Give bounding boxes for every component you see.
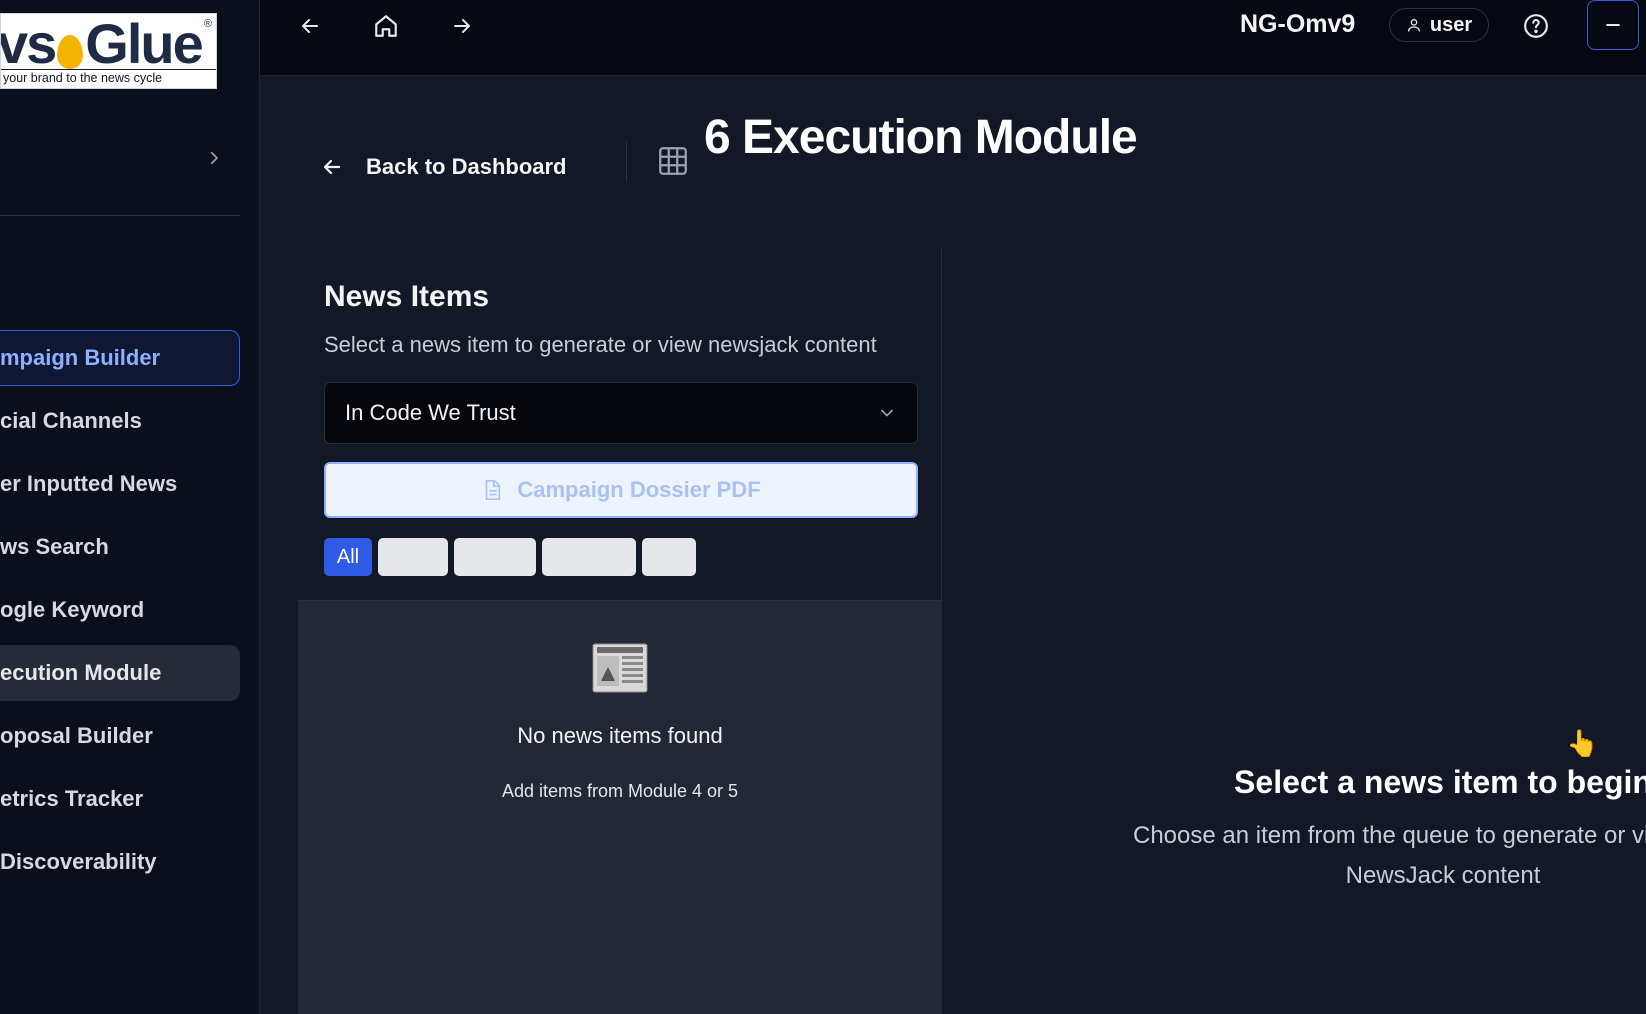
brand-logo[interactable]: vs Glue ® your brand to the news cycle bbox=[0, 13, 217, 89]
campaign-select-value: In Code We Trust bbox=[345, 400, 516, 425]
filter-chip[interactable] bbox=[542, 538, 636, 576]
arrow-left-icon bbox=[323, 159, 341, 175]
chevron-down-icon bbox=[881, 409, 893, 417]
sidebar-item-user-inputted-news[interactable]: er Inputted News bbox=[0, 456, 240, 512]
sidebar-expand-button[interactable] bbox=[200, 144, 228, 172]
select-item-subtitle-line2: NewsJack content bbox=[1345, 862, 1541, 889]
filter-all[interactable]: All bbox=[324, 538, 372, 576]
top-bar: NG-Omv9 user bbox=[260, 0, 1646, 76]
minus-icon bbox=[1606, 23, 1620, 27]
sidebar-item-social-channels[interactable]: cial Channels bbox=[0, 393, 240, 449]
drop-icon bbox=[57, 35, 84, 69]
sidebar-item-campaign-builder[interactable]: mpaign Builder bbox=[0, 330, 240, 386]
sidebar-item-proposal-builder[interactable]: oposal Builder bbox=[0, 708, 240, 764]
sidebar-item-discoverability[interactable]: Discoverability bbox=[0, 834, 240, 890]
select-item-subtitle-line1: Choose an item from the queue to generat… bbox=[1133, 822, 1646, 849]
select-item-subtitle: Choose an item from the queue to generat… bbox=[943, 816, 1646, 896]
pointing-hand-icon: 👆 bbox=[1566, 728, 1599, 758]
workspace-id: NG-Omv9 bbox=[1240, 10, 1356, 38]
back-to-dashboard-link[interactable]: Back to Dashboard bbox=[320, 144, 567, 190]
sidebar-item-label: Discoverability bbox=[0, 849, 157, 874]
main-content: Back to Dashboard 6 Execution Module New… bbox=[260, 76, 1646, 1014]
empty-state-title: No news items found bbox=[517, 723, 723, 748]
sidebar-item-metrics-tracker[interactable]: etrics Tracker bbox=[0, 771, 240, 827]
help-icon bbox=[1524, 14, 1548, 38]
page-title: 6 Execution Module bbox=[704, 111, 1138, 164]
document-icon bbox=[486, 480, 501, 500]
sidebar-item-label: ogle Keyword bbox=[0, 597, 145, 622]
news-items-subtitle: Select a news item to generate or view n… bbox=[324, 332, 877, 357]
campaign-dossier-pdf-button[interactable]: Campaign Dossier PDF bbox=[324, 462, 918, 518]
sidebar-item-label: mpaign Builder bbox=[0, 345, 161, 370]
filter-chip[interactable] bbox=[642, 538, 696, 576]
sidebar-item-execution-module[interactable]: ecution Module bbox=[0, 645, 240, 701]
select-item-title: Select a news item to begin bbox=[1234, 764, 1646, 800]
sidebar-item-label: etrics Tracker bbox=[0, 786, 144, 811]
sidebar-item-label: oposal Builder bbox=[0, 723, 153, 748]
grid-icon bbox=[656, 144, 690, 183]
sidebar: vs Glue ® your brand to the news cycle mp… bbox=[0, 0, 260, 1014]
sidebar-item-label: er Inputted News bbox=[0, 471, 178, 496]
sidebar-item-label: ecution Module bbox=[0, 660, 162, 685]
user-label: user bbox=[1429, 13, 1473, 36]
back-nav-button[interactable] bbox=[290, 6, 330, 46]
campaign-dossier-pdf-label: Campaign Dossier PDF bbox=[517, 477, 761, 502]
empty-state-subtitle: Add items from Module 4 or 5 bbox=[501, 781, 739, 801]
user-icon bbox=[1407, 19, 1420, 32]
campaign-select[interactable]: In Code We Trust bbox=[324, 382, 918, 444]
content-preview-panel: 👆 Select a news item to begin Choose an … bbox=[943, 248, 1646, 1014]
app-root: vs Glue ® your brand to the news cycle mp… bbox=[0, 0, 1646, 1014]
arrow-left-icon bbox=[302, 19, 318, 33]
filter-chip[interactable] bbox=[454, 538, 536, 576]
sidebar-item-label: cial Channels bbox=[0, 408, 142, 433]
filter-chip[interactable] bbox=[378, 538, 448, 576]
header-divider bbox=[626, 142, 627, 182]
sidebar-item-news-search[interactable]: ws Search bbox=[0, 519, 240, 575]
logo-tagline: your brand to the news cycle bbox=[3, 71, 163, 85]
logo-wordmark: vs Glue bbox=[0, 13, 204, 76]
registered-mark: ® bbox=[203, 18, 212, 30]
user-menu-button[interactable]: user bbox=[1389, 8, 1489, 42]
news-items-panel: News Items Select a news item to generat… bbox=[298, 248, 942, 1014]
back-to-dashboard-label: Back to Dashboard bbox=[366, 154, 567, 179]
home-button[interactable] bbox=[366, 6, 406, 46]
sidebar-item-google-keyword[interactable]: ogle Keyword bbox=[0, 582, 240, 638]
minimize-button[interactable] bbox=[1587, 0, 1639, 50]
forward-nav-button[interactable] bbox=[442, 6, 482, 46]
logo-word-right: Glue bbox=[85, 13, 203, 75]
news-items-title: News Items bbox=[324, 280, 490, 313]
logo-underline bbox=[1, 69, 216, 70]
help-button[interactable] bbox=[1516, 6, 1556, 46]
arrow-right-icon bbox=[454, 19, 470, 33]
sidebar-divider bbox=[0, 215, 240, 216]
sidebar-nav: mpaign Builder cial Channels er Inputted… bbox=[0, 330, 240, 897]
newspaper-icon bbox=[592, 643, 648, 693]
home-icon bbox=[375, 15, 397, 37]
news-items-empty-state: No news items found Add items from Modul… bbox=[298, 600, 942, 1014]
filter-chips: All bbox=[324, 538, 696, 576]
logo-word-left: vs bbox=[0, 13, 57, 75]
chevron-right-icon bbox=[210, 151, 218, 165]
sidebar-item-label: ws Search bbox=[0, 534, 109, 559]
